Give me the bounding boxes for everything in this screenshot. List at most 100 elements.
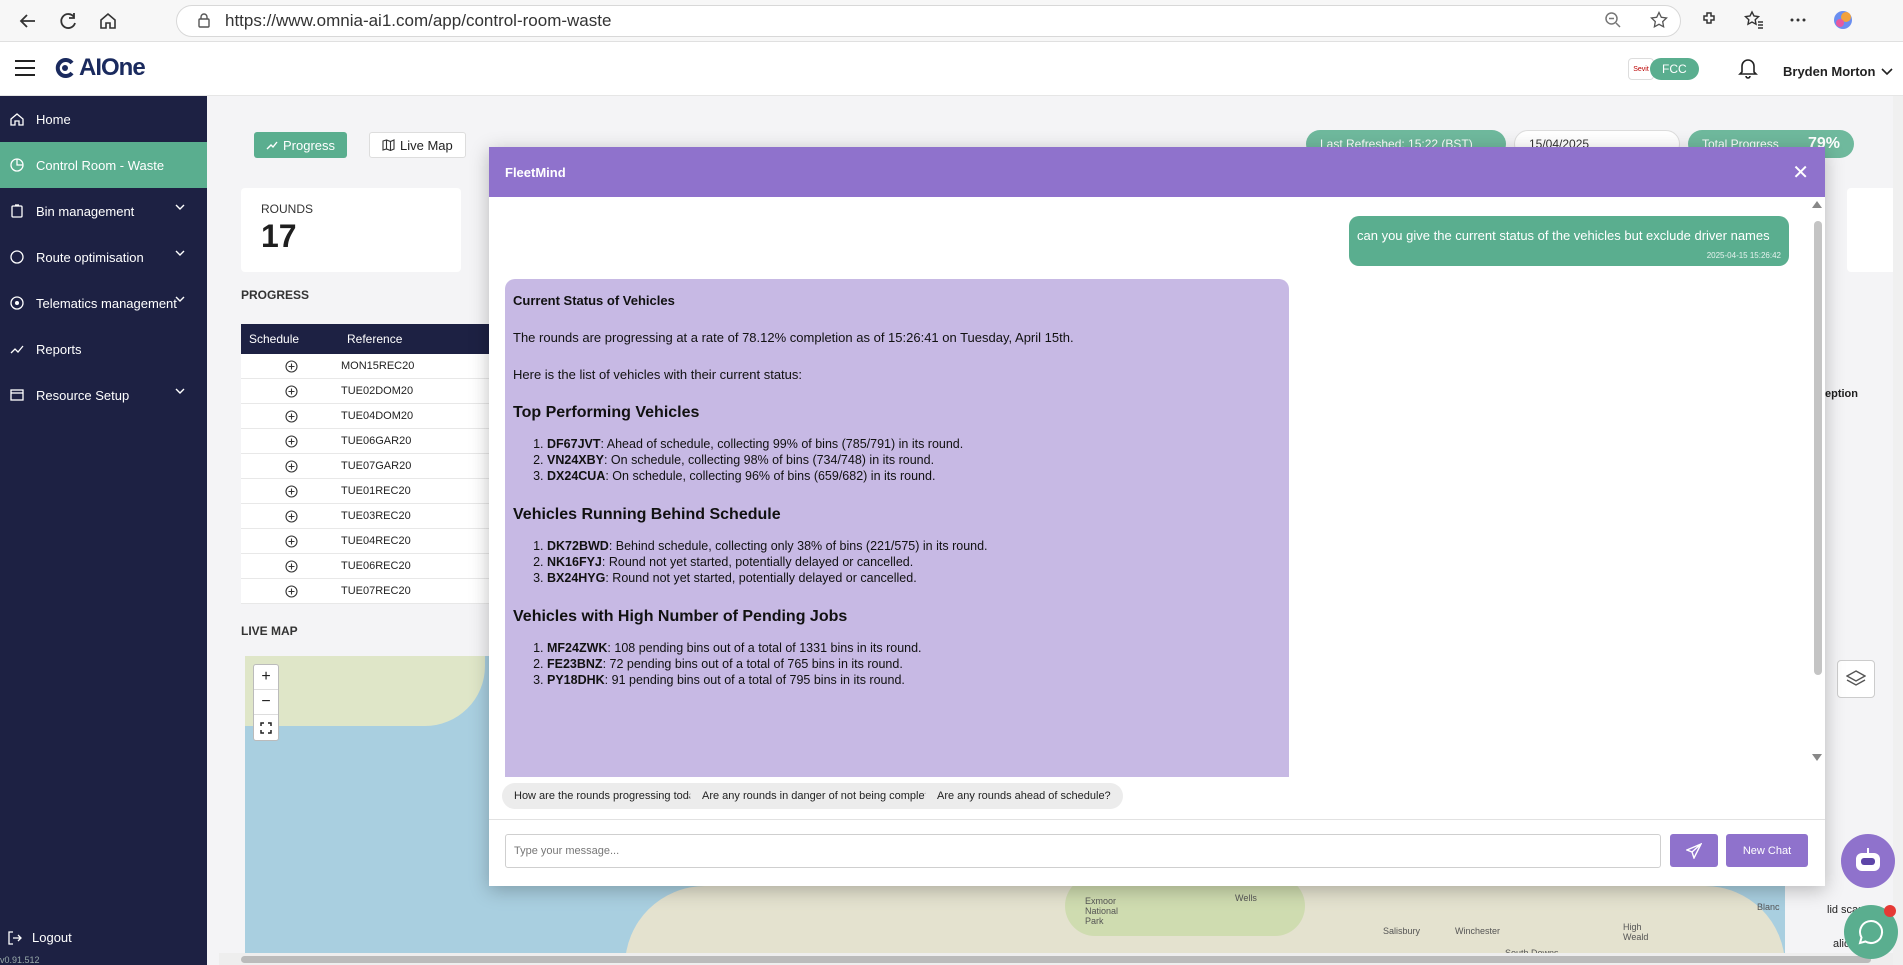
map-label: Wells <box>1235 893 1257 903</box>
table-row[interactable]: TUE04DOM20 <box>241 404 501 429</box>
expand-row-icon[interactable] <box>241 509 341 523</box>
expand-row-icon[interactable] <box>241 384 341 398</box>
sidebar-item-reports[interactable]: Reports <box>0 326 207 372</box>
extensions-icon[interactable] <box>1700 10 1720 33</box>
copilot-icon[interactable] <box>1832 9 1854 34</box>
suggestion-chip[interactable]: How are the rounds progressing today? <box>502 783 719 809</box>
expand-row-icon[interactable] <box>241 584 341 598</box>
expand-row-icon[interactable] <box>241 434 341 448</box>
expand-row-icon[interactable] <box>241 359 341 373</box>
table-row[interactable]: MON15REC20 <box>241 354 501 379</box>
home-icon <box>8 112 26 126</box>
favorites-icon[interactable] <box>1743 9 1764 33</box>
expand-row-icon[interactable] <box>241 459 341 473</box>
vehicle-registration: DK72BWD <box>547 539 609 553</box>
chat-scrollbar-thumb[interactable] <box>1814 221 1822 675</box>
zoom-out-button[interactable]: − <box>254 690 278 715</box>
zoom-icon[interactable] <box>1604 11 1622 32</box>
vehicle-list: DK72BWD: Behind schedule, collecting onl… <box>513 538 1281 586</box>
map-zoom-controls: + − <box>253 664 279 741</box>
suggestion-chip[interactable]: Are any rounds in danger of not being co… <box>690 783 958 809</box>
fullscreen-icon[interactable] <box>254 715 278 740</box>
column-header-reference[interactable]: Reference <box>347 332 402 346</box>
table-row[interactable]: TUE01REC20 <box>241 479 501 504</box>
sidebar-item-telematics[interactable]: Telematics management <box>0 280 207 326</box>
map-layers-icon[interactable] <box>1837 660 1875 698</box>
close-icon[interactable]: ✕ <box>1792 160 1809 185</box>
user-name: Bryden Morton <box>1783 64 1876 79</box>
vehicle-list-item: DX24CUA: On schedule, collecting 96% of … <box>547 468 1281 484</box>
trend-up-icon <box>266 141 278 150</box>
send-button[interactable] <box>1670 834 1718 867</box>
control-room-icon <box>8 158 26 172</box>
sidebar-item-bin-management[interactable]: Bin management <box>0 188 207 234</box>
chat-messages[interactable]: can you give the current status of the v… <box>489 197 1825 777</box>
table-row[interactable]: TUE06REC20 <box>241 554 501 579</box>
chat-bubble-icon <box>1858 919 1883 945</box>
back-icon[interactable] <box>8 1 48 41</box>
lock-icon <box>197 12 211 31</box>
send-icon <box>1686 842 1702 859</box>
rounds-label: ROUNDS <box>261 202 314 216</box>
user-menu[interactable]: Bryden Morton <box>1783 64 1894 79</box>
vehicle-registration: DX24CUA <box>547 469 606 483</box>
table-row[interactable]: TUE06GAR20 <box>241 429 501 454</box>
logout-icon <box>8 930 22 945</box>
suggestion-chip[interactable]: Are any rounds ahead of schedule? <box>925 783 1123 809</box>
table-row[interactable]: TUE03REC20 <box>241 504 501 529</box>
expand-row-icon[interactable] <box>241 484 341 498</box>
favorite-star-icon[interactable] <box>1650 10 1668 32</box>
vehicle-status-text: : On schedule, collecting 98% of bins (7… <box>603 453 935 467</box>
table-row[interactable]: TUE02DOM20 <box>241 379 501 404</box>
expand-row-icon[interactable] <box>241 534 341 548</box>
support-chat-button[interactable] <box>1844 905 1898 959</box>
sidebar: Home Control Room - Waste Bin management… <box>0 96 207 965</box>
vehicle-status-text: : 91 pending bins out of a total of 795 … <box>604 673 905 687</box>
reload-icon[interactable] <box>48 1 88 41</box>
round-reference: TUE06GAR20 <box>341 435 412 447</box>
expand-row-icon[interactable] <box>241 409 341 423</box>
round-reference: TUE03REC20 <box>341 510 411 522</box>
scrollbar-thumb[interactable] <box>241 956 1871 963</box>
column-header-schedule[interactable]: Schedule <box>241 332 347 346</box>
round-reference: TUE07REC20 <box>341 585 411 597</box>
chevron-down-icon <box>175 388 185 394</box>
map-label: Exmoor National Park <box>1085 896 1119 926</box>
sidebar-item-control-room[interactable]: Control Room - Waste <box>0 142 207 188</box>
sidebar-item-home[interactable]: Home <box>0 96 207 142</box>
horizontal-scrollbar[interactable] <box>219 953 1903 965</box>
scroll-down-icon[interactable] <box>1811 753 1823 763</box>
assistant-robot-button[interactable] <box>1841 834 1895 888</box>
sidebar-item-label: Bin management <box>36 203 135 219</box>
expand-row-icon[interactable] <box>241 559 341 573</box>
sidebar-item-label: Reports <box>36 341 82 357</box>
more-menu-icon[interactable] <box>1788 10 1808 33</box>
sidebar-item-resource-setup[interactable]: Resource Setup <box>0 372 207 418</box>
zoom-in-button[interactable]: + <box>254 665 278 690</box>
scroll-up-icon[interactable] <box>1811 199 1823 209</box>
round-reference: TUE06REC20 <box>341 560 411 572</box>
sidebar-item-route-optimisation[interactable]: Route optimisation <box>0 234 207 280</box>
table-row[interactable]: TUE04REC20 <box>241 529 501 554</box>
new-chat-button[interactable]: New Chat <box>1726 834 1808 867</box>
org-badge[interactable]: Sevit FCC <box>1628 58 1699 80</box>
app-logo[interactable]: AIOne <box>54 54 146 82</box>
rounds-card: ROUNDS 17 <box>241 188 461 272</box>
vehicle-registration: FE23BNZ <box>547 657 603 671</box>
notifications-bell-icon[interactable] <box>1738 57 1758 82</box>
livemap-view-button[interactable]: Live Map <box>369 132 466 158</box>
table-row[interactable]: TUE07GAR20 <box>241 454 501 479</box>
bot-section-title: Vehicles with High Number of Pending Job… <box>513 608 848 625</box>
address-bar[interactable]: https://www.omnia-ai1.com/app/control-ro… <box>176 5 1681 37</box>
bot-message-list-intro: Here is the list of vehicles with their … <box>513 367 803 382</box>
chat-message-input[interactable] <box>505 834 1661 868</box>
chat-scrollbar[interactable] <box>1811 197 1823 777</box>
progress-view-button[interactable]: Progress <box>254 132 348 158</box>
column-header-fragment: eption <box>1825 388 1858 400</box>
vertical-scrollbar[interactable] <box>1893 96 1903 965</box>
vehicle-list-item: DF67JVT: Ahead of schedule, collecting 9… <box>547 436 1281 452</box>
hamburger-menu-icon[interactable] <box>14 59 36 80</box>
home-browser-icon[interactable] <box>88 1 128 41</box>
table-row[interactable]: TUE07REC20 <box>241 579 501 604</box>
logout-button[interactable]: Logout <box>8 930 72 945</box>
